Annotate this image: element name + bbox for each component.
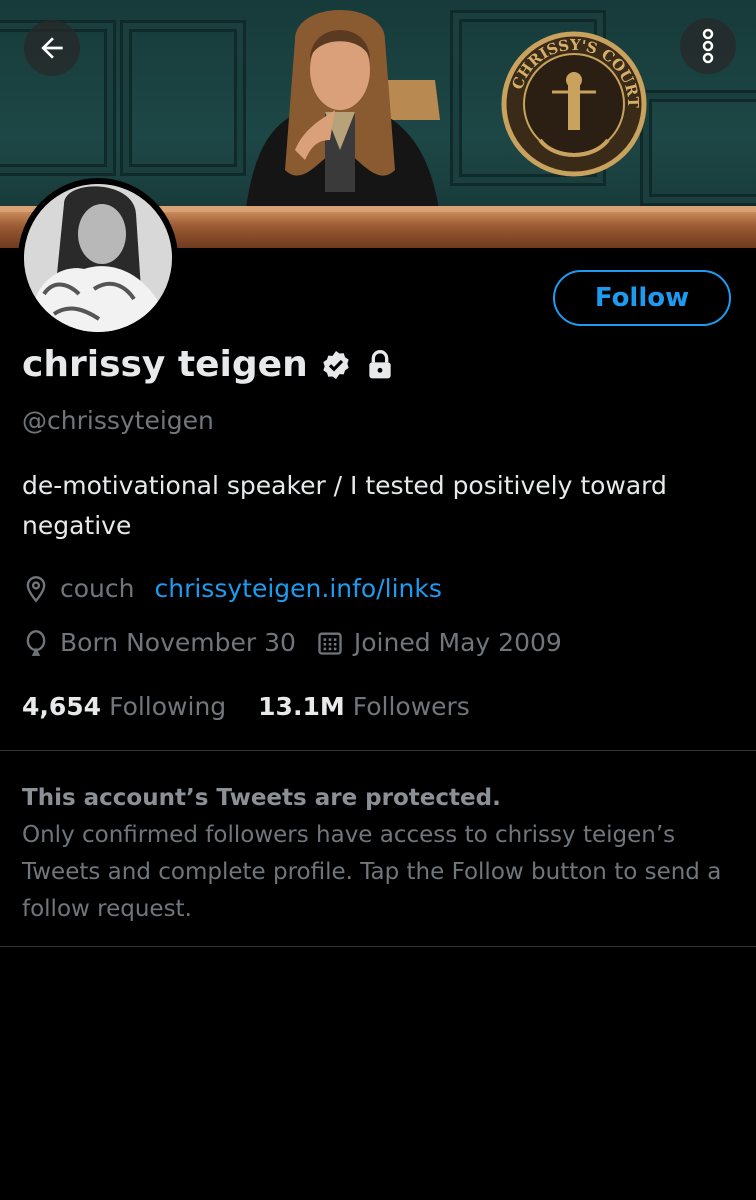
wall-panel	[640, 90, 756, 206]
website-item[interactable]: chrissyteigen.info/links	[154, 574, 441, 603]
balloon-icon	[26, 629, 46, 656]
judge-figure	[245, 10, 440, 215]
location-pin-icon	[26, 575, 46, 602]
following-count: 4,654	[22, 692, 102, 721]
protected-notice: This account’s Tweets are protected. Onl…	[22, 780, 734, 928]
wall-panel	[120, 20, 246, 176]
avatar-image	[24, 184, 172, 332]
birthday-joined-row: Born November 30 Joined May 2009	[22, 628, 582, 657]
profile-avatar[interactable]	[18, 178, 178, 338]
follow-stats: 4,654 Following 13.1M Followers	[22, 692, 502, 721]
section-divider	[0, 750, 756, 751]
more-options-button[interactable]	[680, 18, 736, 74]
website-link[interactable]: chrissyteigen.info/links	[154, 574, 441, 603]
following-stat[interactable]: 4,654 Following	[22, 692, 226, 721]
profile-name-row: chrissy teigen	[22, 344, 396, 385]
court-seal-logo: CHRISSY'S COURT	[501, 31, 647, 177]
followers-count: 13.1M	[258, 692, 345, 721]
profile-handle: @chrissyteigen	[22, 406, 214, 435]
birthday-item: Born November 30	[22, 628, 296, 657]
lock-icon	[369, 349, 391, 378]
location-website-row: couch chrissyteigen.info/links	[22, 574, 462, 603]
location-item: couch	[22, 574, 134, 603]
more-vertical-icon	[702, 28, 714, 64]
birthday-text: Born November 30	[60, 628, 296, 657]
section-divider-bottom	[0, 946, 756, 947]
follow-button[interactable]: Follow	[553, 270, 731, 326]
display-name: chrissy teigen	[22, 344, 308, 385]
location-text: couch	[60, 574, 135, 603]
protected-title: This account’s Tweets are protected.	[22, 785, 501, 811]
profile-bio: de-motivational speaker / I tested posit…	[22, 471, 667, 540]
followers-stat[interactable]: 13.1M Followers	[258, 692, 470, 721]
joined-text: Joined May 2009	[353, 628, 562, 657]
verified-badge-icon	[323, 350, 349, 379]
joined-item: Joined May 2009	[316, 628, 562, 657]
protected-body: Only confirmed followers have access to …	[22, 822, 722, 922]
arrow-left-icon	[41, 37, 63, 59]
followers-label: Followers	[352, 692, 470, 721]
back-button[interactable]	[24, 20, 80, 76]
calendar-icon	[318, 632, 342, 655]
following-label: Following	[109, 692, 227, 721]
